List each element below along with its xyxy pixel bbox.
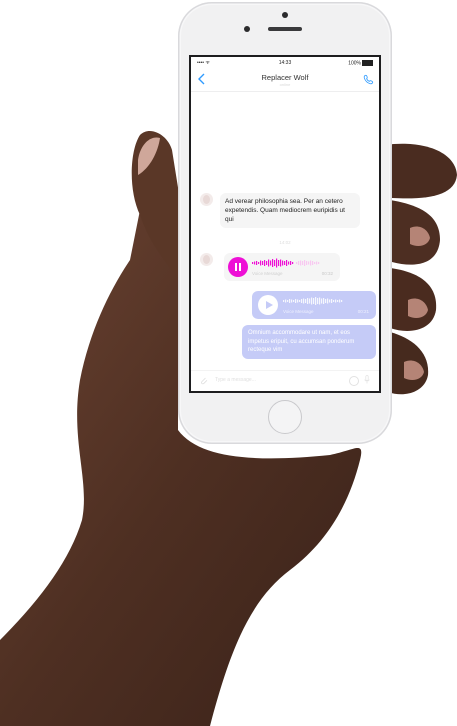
chat-header: Replacer Wolf online xyxy=(191,69,379,92)
waveform-idle xyxy=(283,297,343,305)
voice-message-label: Voice Message xyxy=(252,271,283,276)
contact-name[interactable]: Replacer Wolf xyxy=(191,73,379,82)
status-bar: •••• ᯤ 14:33 100% xyxy=(191,57,379,69)
message-outgoing-text: Omnium accommodare ut nam, et eos impetu… xyxy=(242,325,376,359)
voice-message-outgoing[interactable]: Voice Message 00:21 xyxy=(252,291,376,319)
avatar-icon xyxy=(200,193,213,206)
avatar-icon xyxy=(200,253,213,266)
proximity-sensor xyxy=(244,26,250,32)
earpiece-speaker xyxy=(268,27,302,31)
message-input[interactable]: Type a message... xyxy=(215,377,256,383)
phone-screen: •••• ᯤ 14:33 100% Replacer Wolf online A… xyxy=(189,55,381,393)
battery-indicator: 100% xyxy=(348,60,373,66)
phone-call-icon[interactable] xyxy=(363,74,374,85)
emoji-icon[interactable] xyxy=(349,376,359,386)
date-separator: 14:02 xyxy=(279,240,291,245)
message-input-bar: Type a message... xyxy=(191,370,379,391)
voice-message-incoming[interactable]: Voice Message 00:32 xyxy=(224,253,340,281)
message-text: Ad verear philosophia sea. Per an cetero… xyxy=(225,198,345,223)
battery-percent: 100% xyxy=(348,60,361,67)
waveform-playing xyxy=(252,258,320,268)
message-incoming-text: Ad verear philosophia sea. Per an cetero… xyxy=(220,193,360,228)
home-button[interactable] xyxy=(268,400,302,434)
voice-message-duration: 00:21 xyxy=(357,309,369,314)
voice-message-duration: 00:32 xyxy=(321,271,333,276)
message-text: Omnium accommodare ut nam, et eos impetu… xyxy=(248,330,355,353)
play-icon[interactable] xyxy=(258,295,278,315)
pause-icon[interactable] xyxy=(228,257,248,277)
battery-icon xyxy=(362,60,373,66)
contact-status: online xyxy=(279,82,291,87)
attach-icon[interactable] xyxy=(199,375,208,385)
front-camera xyxy=(282,12,288,18)
mic-icon[interactable] xyxy=(364,375,370,384)
voice-message-label: Voice Message xyxy=(283,309,314,314)
